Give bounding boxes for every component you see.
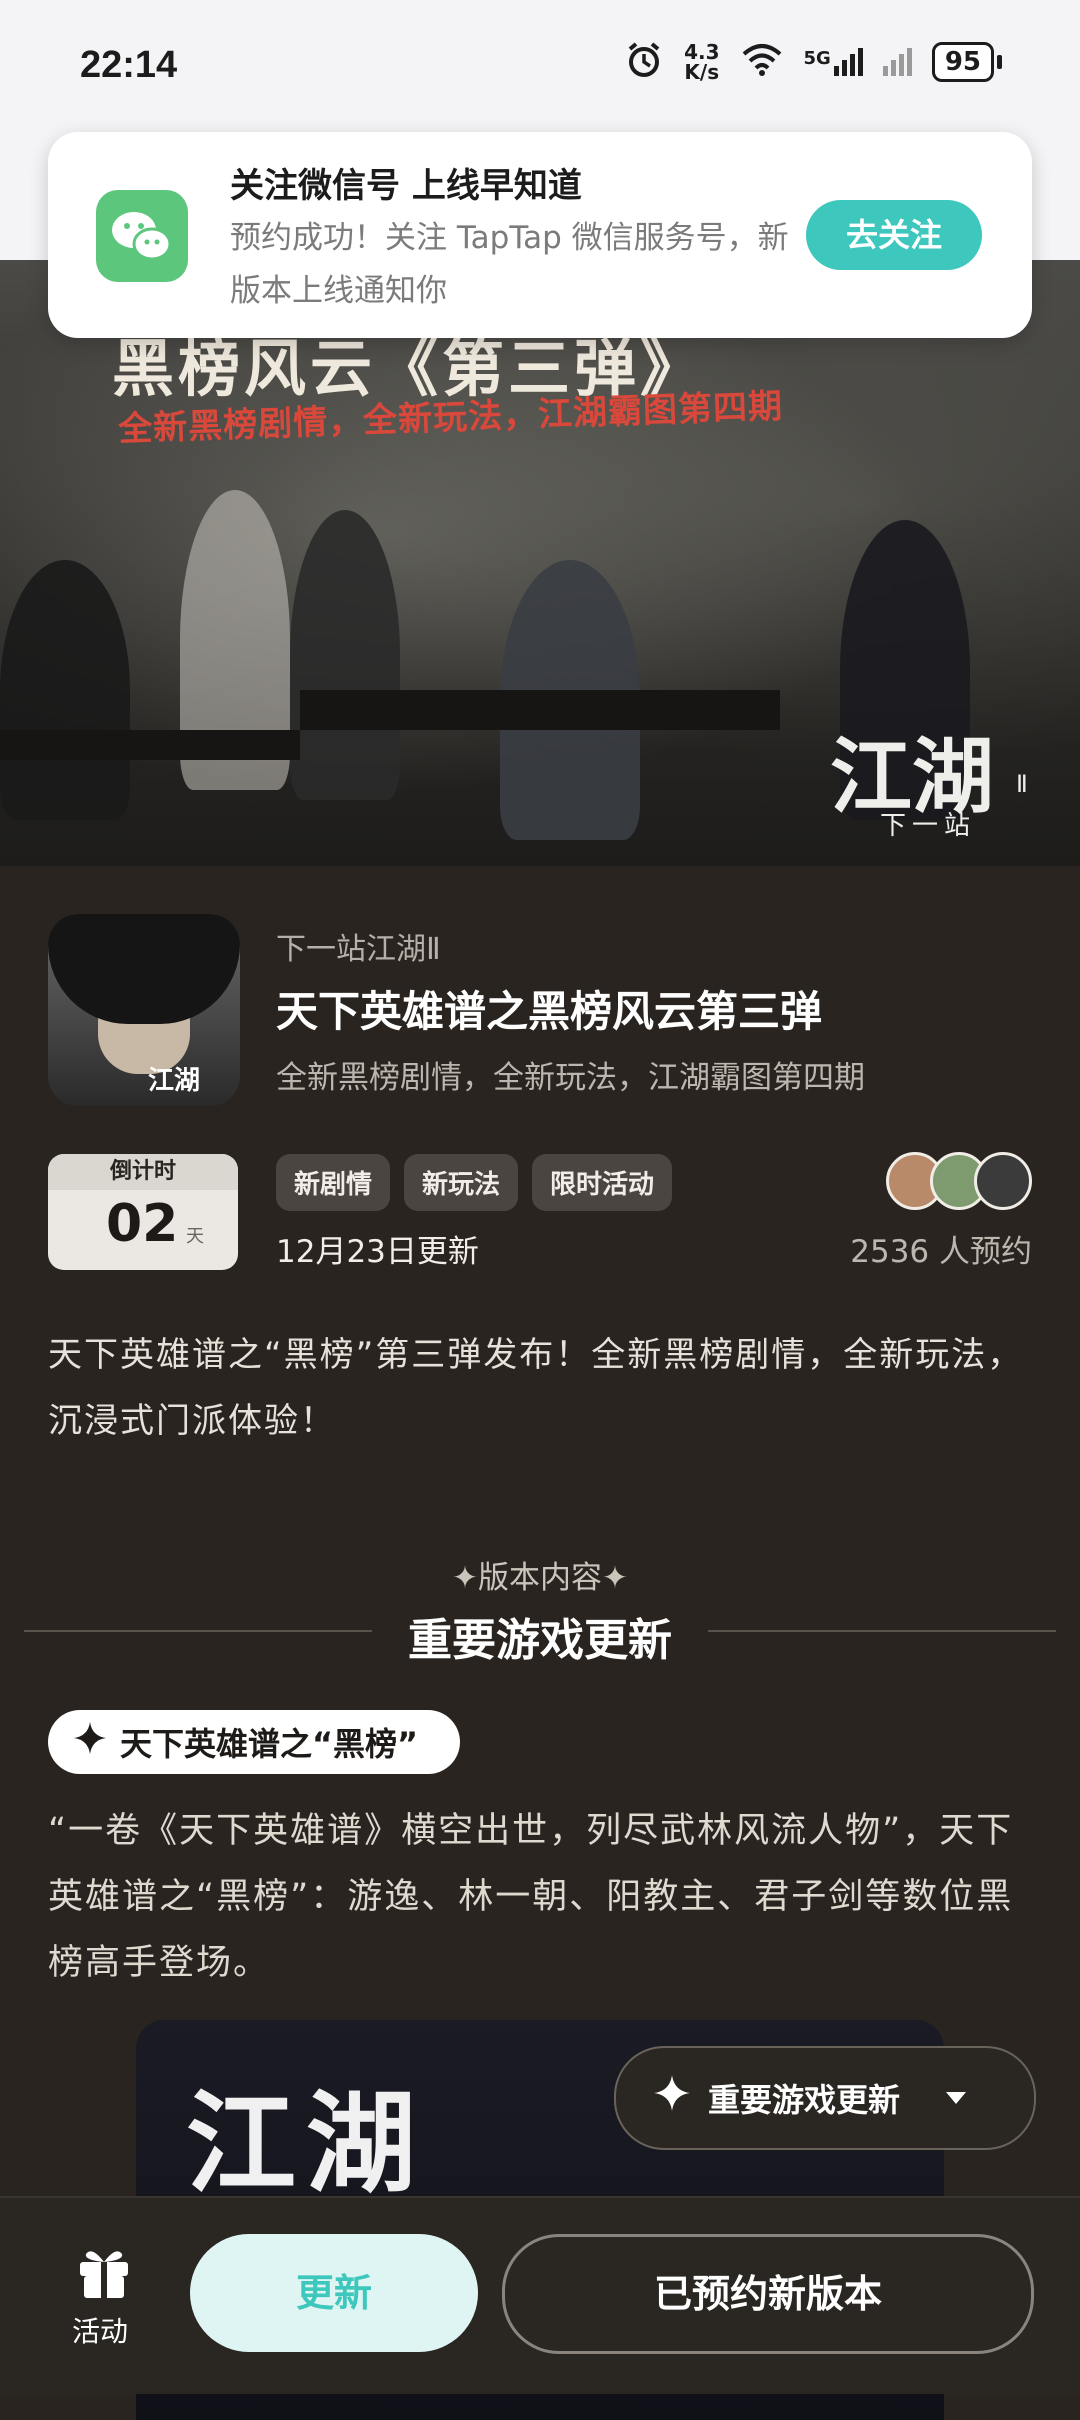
game-icon-text: 江湖	[148, 1066, 201, 1096]
section-label: ✦版本内容✦	[452, 1560, 628, 1596]
sparkle-icon	[72, 1720, 108, 1764]
sparkle-icon	[652, 2073, 692, 2123]
tag-item: 新剧情	[276, 1154, 391, 1211]
feature-pill-label: 天下英雄谱之“黑榜”	[120, 1725, 419, 1763]
hero-banner[interactable]: 黑榜风云《第三弹》 全新黑榜剧情，全新玩法，江湖霸图第四期 江湖 Ⅱ 下一站	[0, 260, 1080, 866]
game-name[interactable]: 下一站江湖Ⅱ	[276, 924, 441, 968]
battery-icon: 95	[931, 42, 1002, 82]
notification-title: 关注微信号 上线早知道	[230, 166, 582, 206]
countdown-label: 倒计时	[48, 1154, 238, 1190]
update-button[interactable]: 更新	[190, 2234, 478, 2352]
avatar	[974, 1152, 1032, 1210]
feature-text: “一卷《天下英雄谱》横空出世，列尽武林风流人物”，天下英雄谱之“黑榜”：游逸、林…	[48, 1811, 1014, 1983]
reservation-count: 2536 人预约	[850, 1234, 1032, 1270]
follow-button[interactable]: 去关注	[806, 200, 982, 270]
update-date: 12月23日更新	[276, 1234, 479, 1270]
reserved-button[interactable]: 已预约新版本	[502, 2234, 1034, 2354]
status-icons: 4.3 K/s 5G 95	[624, 40, 1002, 84]
chevron-down-icon	[944, 2083, 968, 2113]
section-title: 重要游戏更新	[408, 1615, 672, 1666]
update-title: 天下英雄谱之黑榜风云第三弹	[276, 987, 823, 1036]
game-icon[interactable]: 江湖	[48, 914, 240, 1106]
signal-weak-icon	[882, 48, 912, 76]
update-subtitle: 全新黑榜剧情，全新玩法，江湖霸图第四期	[276, 1060, 865, 1096]
countdown-badge: 倒计时 02 天	[48, 1154, 238, 1270]
notification-body: 预约成功！关注 TapTap 微信服务号，新版本上线通知你	[230, 220, 789, 309]
section-nav-label: 重要游戏更新	[708, 2081, 901, 2119]
alarm-icon	[624, 40, 664, 84]
tag-item: 限时活动	[532, 1154, 673, 1211]
activity-label: 活动	[72, 2315, 129, 2348]
wechat-follow-notification[interactable]: 关注微信号 上线早知道 预约成功！关注 TapTap 微信服务号，新版本上线通知…	[48, 132, 1032, 338]
countdown-unit: 天	[186, 1226, 204, 1247]
gift-icon	[74, 2242, 134, 2300]
feature-pill: 天下英雄谱之“黑榜”	[48, 1710, 461, 1774]
wechat-icon	[96, 190, 188, 282]
feature-image-logo: 江湖	[186, 2079, 426, 2208]
tag-item: 新玩法	[404, 1154, 519, 1211]
wifi-icon	[740, 42, 784, 82]
reserver-avatars	[886, 1152, 1032, 1210]
hero-logo-sub: 下一站	[880, 811, 977, 841]
section-nav-button[interactable]: 重要游戏更新	[614, 2046, 1036, 2150]
hero-logo-mark: Ⅱ	[1016, 770, 1028, 798]
bottom-action-bar: 活动 更新 已预约新版本	[0, 2196, 1080, 2394]
countdown-value: 02	[106, 1194, 179, 1254]
intro-text: 天下英雄谱之“黑榜”第三弹发布！全新黑榜剧情，全新玩法，沉浸式门派体验！	[48, 1335, 1024, 1441]
net-speed: 4.3 K/s	[684, 40, 720, 84]
clock: 22:14	[80, 44, 178, 86]
tag-list: 新剧情 新玩法 限时活动	[276, 1154, 673, 1211]
signal-5g-icon: 5G	[804, 48, 863, 76]
